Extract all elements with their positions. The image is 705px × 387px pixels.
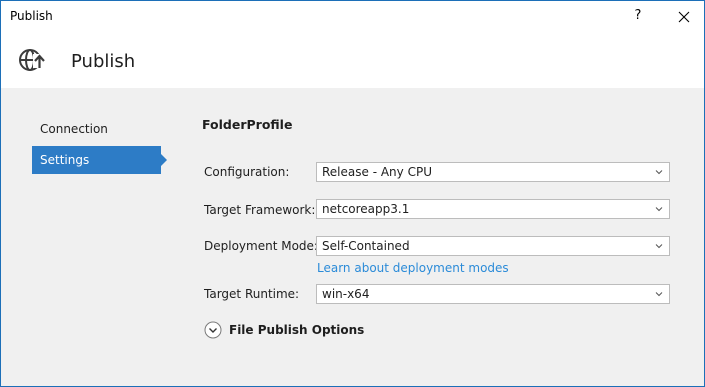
target-runtime-label: Target Runtime:	[204, 287, 300, 301]
deployment-modes-link[interactable]: Learn about deployment modes	[317, 261, 509, 275]
configuration-value: Release - Any CPU	[322, 165, 432, 179]
target-runtime-value: win-x64	[322, 287, 370, 301]
close-icon	[678, 11, 690, 22]
page-header: Publish	[1, 32, 704, 88]
target-framework-select[interactable]: netcoreapp3.1	[316, 199, 670, 219]
deployment-mode-select[interactable]: Self-Contained	[316, 236, 670, 256]
deployment-mode-label: Deployment Mode:	[204, 239, 318, 253]
chevron-down-icon	[655, 292, 663, 297]
window-title: Publish	[10, 9, 53, 23]
chevron-down-icon	[655, 207, 663, 212]
configuration-select[interactable]: Release - Any CPU	[316, 162, 670, 182]
file-publish-options-label: File Publish Options	[229, 323, 365, 337]
sidebar-item-label: Settings	[40, 153, 90, 167]
sidebar-item-connection[interactable]: Connection	[32, 115, 161, 143]
help-button[interactable]: ?	[621, 4, 655, 28]
sidebar-item-label: Connection	[40, 122, 108, 136]
configuration-label: Configuration:	[204, 165, 290, 179]
title-bar: Publish ?	[1, 1, 704, 32]
target-framework-value: netcoreapp3.1	[322, 202, 410, 216]
profile-name: FolderProfile	[202, 117, 293, 132]
chevron-down-icon	[655, 244, 663, 249]
sidebar-item-settings[interactable]: Settings	[32, 146, 167, 174]
page-title: Publish	[71, 51, 136, 72]
globe-publish-icon	[19, 49, 46, 71]
publish-dialog: Publish ? Publish Connection Settings Fo…	[0, 0, 705, 387]
close-button[interactable]	[667, 4, 701, 28]
deployment-mode-value: Self-Contained	[322, 239, 410, 253]
target-framework-label: Target Framework:	[204, 203, 316, 217]
target-runtime-select[interactable]: win-x64	[316, 284, 670, 304]
chevron-down-icon	[655, 170, 663, 175]
chevron-circle-down-icon	[204, 321, 222, 339]
